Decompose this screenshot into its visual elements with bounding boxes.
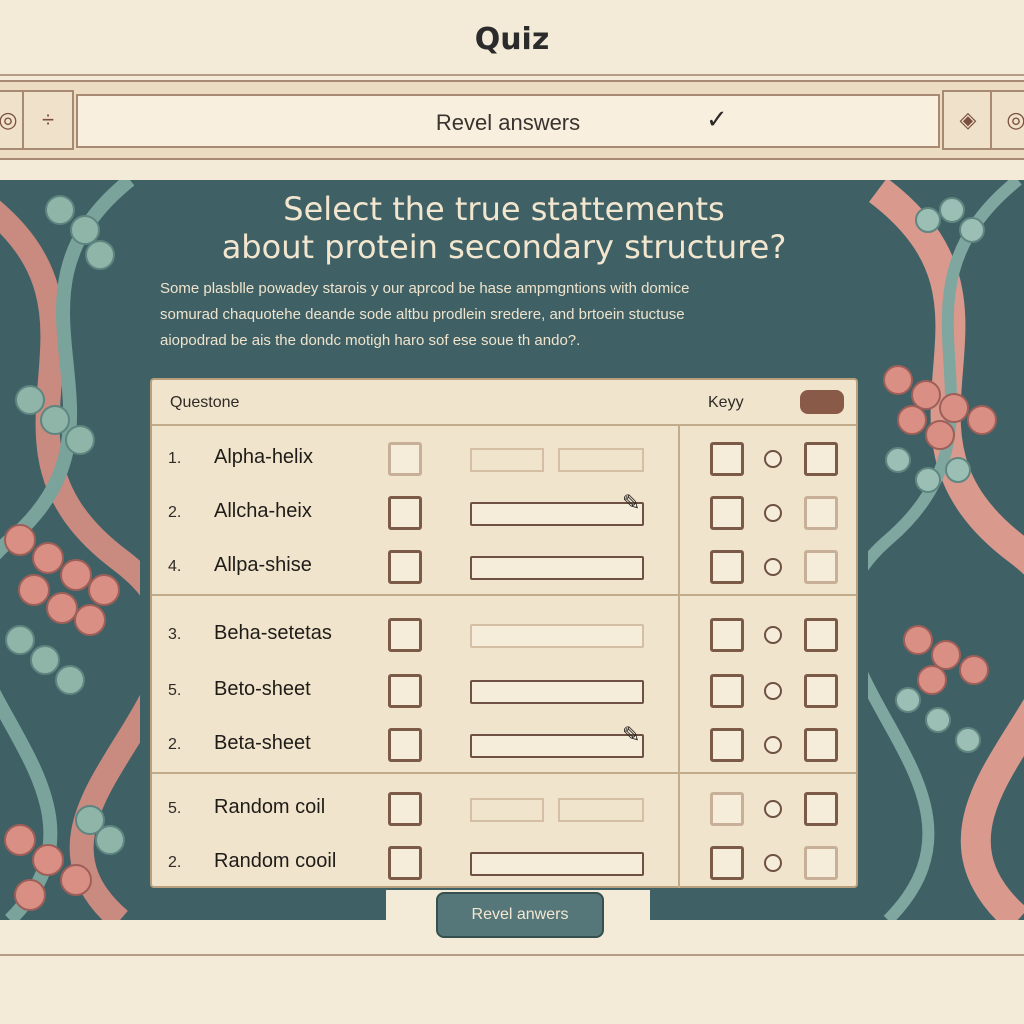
row-label: Random coil bbox=[214, 796, 326, 818]
key-checkbox[interactable] bbox=[804, 550, 838, 584]
answer-field[interactable] bbox=[470, 680, 644, 704]
sheet-header: Questone Keyy bbox=[152, 380, 856, 426]
key-checkbox[interactable] bbox=[710, 792, 744, 826]
answer-field[interactable] bbox=[470, 798, 544, 822]
divider bbox=[0, 954, 1024, 956]
key-checkbox[interactable] bbox=[804, 442, 838, 476]
key-toggle[interactable] bbox=[800, 390, 844, 414]
description-line-2: somurad chaquotehe deande sode altbu pro… bbox=[160, 306, 685, 323]
answer-checkbox[interactable] bbox=[388, 728, 422, 762]
header-question: Questone bbox=[170, 394, 240, 411]
divide-icon[interactable]: ÷ bbox=[22, 90, 74, 150]
pencil-icon: ✎ bbox=[622, 490, 641, 515]
helix-decoration-right bbox=[868, 180, 1024, 920]
divider bbox=[0, 74, 1024, 76]
heading-line-1: Select the true stattements bbox=[283, 190, 725, 228]
field-label: Revel answers bbox=[435, 110, 581, 135]
row-number: 2. bbox=[168, 736, 182, 753]
answer-checkbox[interactable] bbox=[388, 674, 422, 708]
key-checkbox[interactable] bbox=[804, 618, 838, 652]
answer-field[interactable] bbox=[470, 556, 644, 580]
table-row: 5. Random coil bbox=[152, 784, 856, 834]
question-sheet: Questone Keyy 1. Alpha-helix 2. Allcha-h… bbox=[150, 378, 858, 888]
description-line-1: Some plasblle powadey starois y our aprc… bbox=[160, 280, 690, 297]
answer-field[interactable] bbox=[470, 734, 644, 758]
key-checkbox[interactable] bbox=[710, 618, 744, 652]
key-checkbox[interactable] bbox=[804, 846, 838, 880]
row-label: Beta-sheet bbox=[214, 732, 311, 754]
row-number: 3. bbox=[168, 626, 182, 643]
key-radio[interactable] bbox=[764, 682, 782, 700]
key-checkbox[interactable] bbox=[710, 442, 744, 476]
table-row: 1. Alpha-helix bbox=[152, 434, 856, 484]
answer-checkbox[interactable] bbox=[388, 792, 422, 826]
answer-checkbox[interactable] bbox=[388, 846, 422, 880]
key-checkbox[interactable] bbox=[804, 792, 838, 826]
key-radio[interactable] bbox=[764, 800, 782, 818]
answer-checkbox[interactable] bbox=[388, 550, 422, 584]
diamond-arrow-icon[interactable]: ◈ bbox=[942, 90, 994, 150]
reveal-answers-field[interactable]: Revel answers ✓ bbox=[76, 94, 940, 148]
key-checkbox[interactable] bbox=[804, 674, 838, 708]
quiz-heading: Select the true stattements about protei… bbox=[140, 190, 868, 266]
pencil-icon: ✎ bbox=[622, 722, 641, 747]
row-label: Random cooil bbox=[214, 850, 337, 872]
row-label: Beto-sheet bbox=[214, 678, 311, 700]
row-number: 5. bbox=[168, 682, 182, 699]
row-number: 5. bbox=[168, 800, 182, 817]
description-line-3: aiopodrad be ais the dondc motigh haro s… bbox=[160, 332, 581, 349]
header-key: Keyy bbox=[708, 394, 744, 411]
description: Some plasblle powadey starois y our aprc… bbox=[160, 276, 860, 354]
quiz-panel: Select the true stattements about protei… bbox=[0, 180, 1024, 920]
key-radio[interactable] bbox=[764, 626, 782, 644]
heading-line-2: about protein secondary structure? bbox=[221, 228, 787, 266]
answer-field[interactable] bbox=[558, 448, 644, 472]
key-radio[interactable] bbox=[764, 558, 782, 576]
check-icon[interactable]: ✓ bbox=[706, 104, 728, 135]
table-row: 2. Allcha-heix ✎ bbox=[152, 488, 856, 538]
answer-field[interactable] bbox=[470, 448, 544, 472]
table-row: 2. Random cooil bbox=[152, 838, 856, 888]
app-title: Quiz bbox=[474, 22, 550, 57]
key-radio[interactable] bbox=[764, 504, 782, 522]
row-number: 2. bbox=[168, 854, 182, 871]
toolbar: ◎ ÷ Revel answers ✓ ◈ ◎ bbox=[0, 80, 1024, 160]
key-radio[interactable] bbox=[764, 450, 782, 468]
key-checkbox[interactable] bbox=[804, 728, 838, 762]
row-label: Allpa-shise bbox=[214, 554, 312, 576]
key-checkbox[interactable] bbox=[804, 496, 838, 530]
answer-checkbox[interactable] bbox=[388, 442, 422, 476]
row-label: Allcha-heix bbox=[214, 500, 312, 522]
key-radio[interactable] bbox=[764, 854, 782, 872]
row-number: 4. bbox=[168, 558, 182, 575]
key-checkbox[interactable] bbox=[710, 496, 744, 530]
key-checkbox[interactable] bbox=[710, 550, 744, 584]
group-separator bbox=[152, 772, 856, 774]
group-separator bbox=[152, 594, 856, 596]
row-number: 1. bbox=[168, 450, 182, 467]
row-label: Alpha-helix bbox=[214, 446, 313, 468]
answer-checkbox[interactable] bbox=[388, 618, 422, 652]
table-row: 2. Beta-sheet ✎ bbox=[152, 720, 856, 770]
answer-field[interactable] bbox=[470, 624, 644, 648]
key-checkbox[interactable] bbox=[710, 728, 744, 762]
reveal-answers-button[interactable]: Revel anwers bbox=[436, 892, 604, 938]
answer-checkbox[interactable] bbox=[388, 496, 422, 530]
helix-decoration-left bbox=[0, 180, 140, 920]
key-checkbox[interactable] bbox=[710, 674, 744, 708]
table-row: 4. Allpa-shise bbox=[152, 542, 856, 592]
answer-field[interactable] bbox=[558, 798, 644, 822]
answer-field[interactable] bbox=[470, 502, 644, 526]
table-row: 3. Beha-setetas bbox=[152, 610, 856, 660]
answer-field[interactable] bbox=[470, 852, 644, 876]
target-icon[interactable]: ◎ bbox=[990, 90, 1024, 150]
row-number: 2. bbox=[168, 504, 182, 521]
key-checkbox[interactable] bbox=[710, 846, 744, 880]
row-label: Beha-setetas bbox=[214, 622, 332, 644]
table-row: 5. Beto-sheet bbox=[152, 666, 856, 716]
key-radio[interactable] bbox=[764, 736, 782, 754]
